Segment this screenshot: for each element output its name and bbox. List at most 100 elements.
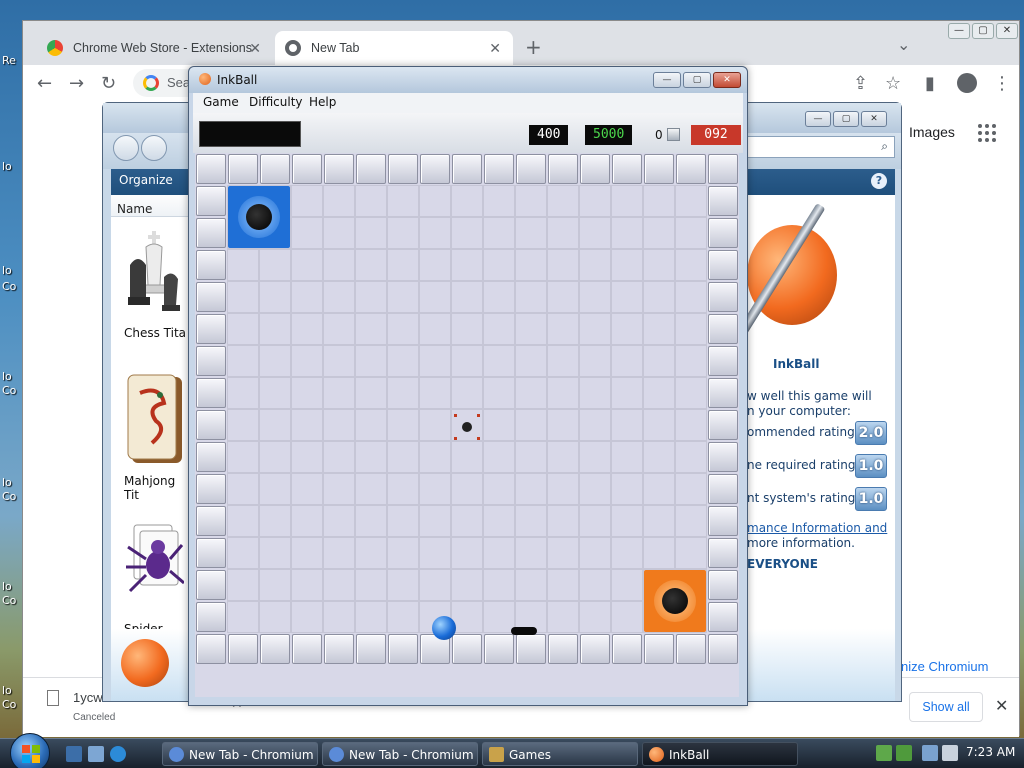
taskbar-inkball[interactable]: InkBall (642, 742, 798, 766)
board-cell (355, 249, 387, 281)
tab-search-icon[interactable]: ⌄ (897, 35, 910, 54)
share-icon[interactable]: ⇪ (853, 73, 868, 94)
desktop-icon-label[interactable]: lo (2, 160, 12, 173)
address-placeholder: Sea (167, 75, 191, 90)
board-cell (227, 601, 259, 633)
minimize-button[interactable]: — (653, 72, 681, 88)
board-cell (451, 281, 483, 313)
board-cell (515, 409, 547, 441)
close-download-shelf-icon[interactable]: ✕ (995, 696, 1008, 715)
wall-block (548, 154, 578, 184)
desktop-icon-label[interactable]: lo (2, 476, 12, 489)
bookmark-star-icon[interactable]: ☆ (885, 73, 901, 94)
volume-tray-icon[interactable] (942, 745, 958, 761)
download-filename[interactable]: 1ycw (73, 690, 103, 705)
internet-explorer-icon[interactable] (110, 746, 126, 762)
menu-bar: Game Difficulty Help (193, 93, 743, 113)
wall-block (548, 634, 578, 664)
network-tray-icon[interactable] (876, 745, 892, 761)
menu-game[interactable]: Game (203, 95, 239, 109)
minimize-button[interactable]: — (948, 23, 970, 39)
wall-block (196, 378, 226, 408)
menu-icon[interactable]: ⋮ (993, 73, 1011, 94)
switch-windows-icon[interactable] (88, 746, 104, 762)
task-label: New Tab - Chromium (189, 748, 314, 762)
forward-icon[interactable]: → (69, 73, 84, 94)
column-header-name[interactable]: Name (111, 195, 189, 217)
start-button[interactable] (10, 733, 50, 768)
desktop-icon-label[interactable]: lo (2, 264, 12, 277)
tab-chrome-web-store[interactable]: Chrome Web Store - Extensions ✕ (37, 31, 273, 65)
close-button[interactable]: ✕ (861, 111, 887, 127)
search-icon: ⌕ (881, 139, 888, 153)
desktop-icon-label[interactable]: Co (2, 698, 16, 711)
wall-block (708, 634, 738, 664)
menu-difficulty[interactable]: Difficulty (249, 95, 303, 109)
desktop-icon-label[interactable]: lo (2, 580, 12, 593)
search-input[interactable]: ⌕ (743, 136, 895, 158)
game-item-mahjong-titans[interactable]: Mahjong Tit (111, 373, 189, 502)
game-board[interactable] (195, 153, 739, 697)
board-cell (675, 217, 707, 249)
maximize-button[interactable]: ▢ (972, 23, 994, 39)
game-item-chess-titans[interactable]: Chess Tita (111, 225, 189, 340)
show-all-button[interactable]: Show all (909, 692, 983, 722)
inkball-app-icon (199, 73, 211, 85)
desktop-icon-label[interactable]: Re (2, 54, 16, 67)
show-desktop-icon[interactable] (66, 746, 82, 762)
board-cell (291, 281, 323, 313)
profile-avatar[interactable] (957, 73, 977, 93)
board-cell (643, 441, 675, 473)
board-cell (675, 249, 707, 281)
board-cell (259, 537, 291, 569)
organize-button[interactable]: Organize (119, 173, 173, 187)
performance-information-link[interactable]: mance Information and (747, 521, 887, 535)
close-tab-icon[interactable]: ✕ (249, 40, 261, 57)
board-cell (387, 601, 419, 633)
reload-icon[interactable]: ↻ (101, 73, 116, 94)
board-cell (643, 377, 675, 409)
maximize-button[interactable]: ▢ (683, 72, 711, 88)
board-cell (547, 217, 579, 249)
taskbar-chromium-1[interactable]: New Tab - Chromium (162, 742, 318, 766)
desktop-icon-label[interactable]: Co (2, 490, 16, 503)
wall-block (516, 154, 546, 184)
taskbar-chromium-2[interactable]: New Tab - Chromium (322, 742, 478, 766)
board-cell (419, 249, 451, 281)
apps-grid-icon[interactable] (978, 124, 996, 142)
images-link[interactable]: Images (909, 124, 955, 140)
clock[interactable]: 7:23 AM (966, 745, 1015, 759)
security-tray-icon[interactable] (896, 745, 912, 761)
board-cell (227, 505, 259, 537)
board-cell (259, 281, 291, 313)
board-cell (355, 441, 387, 473)
desktop-icon-label[interactable]: lo (2, 370, 12, 383)
maximize-button[interactable]: ▢ (833, 111, 859, 127)
board-cell (419, 377, 451, 409)
close-tab-icon[interactable]: ✕ (489, 40, 501, 57)
side-panel-icon[interactable]: ▮ (925, 73, 935, 94)
board-cell (675, 345, 707, 377)
desktop-icon-label[interactable]: lo (2, 684, 12, 697)
tab-new-tab[interactable]: New Tab ✕ (275, 31, 513, 65)
taskbar-games[interactable]: Games (482, 742, 638, 766)
connection-tray-icon[interactable] (922, 745, 938, 761)
help-icon[interactable]: ? (871, 173, 887, 189)
board-cell (611, 569, 643, 601)
close-button[interactable]: ✕ (996, 23, 1018, 39)
desktop-icon-label[interactable]: Co (2, 384, 16, 397)
desktop-icon-label[interactable]: Co (2, 280, 16, 293)
new-tab-button[interactable]: + (525, 35, 542, 59)
wall-block (356, 154, 386, 184)
close-button[interactable]: ✕ (713, 72, 741, 88)
ball-queue-icon (666, 128, 680, 141)
back-icon[interactable]: ← (37, 73, 52, 94)
back-button[interactable] (113, 135, 139, 161)
wall-block (196, 506, 226, 536)
minimize-button[interactable]: — (805, 111, 831, 127)
menu-help[interactable]: Help (309, 95, 336, 109)
forward-button[interactable] (141, 135, 167, 161)
board-cell (387, 473, 419, 505)
desktop-icon-label[interactable]: Co (2, 594, 16, 607)
board-cell (675, 313, 707, 345)
